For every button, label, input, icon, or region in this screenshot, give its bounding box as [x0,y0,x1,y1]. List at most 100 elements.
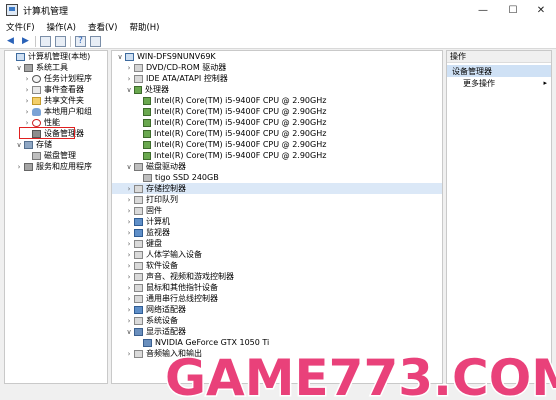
nav-tree-item-row[interactable]: › 共享文件夹 [5,95,107,106]
device-tree-item-row[interactable]: Intel(R) Core(TM) i5-9400F CPU @ 2.90GHz [112,128,442,139]
device-tree-item-row[interactable]: › 软件设备 [112,260,442,271]
chip-icon [134,184,143,193]
device-tree-item-row[interactable]: › DVD/CD-ROM 驱动器 [112,62,442,73]
device-tree-item-row[interactable]: › 通用串行总线控制器 [112,293,442,304]
nav-tree-item-row[interactable]: 计算机管理(本地) [5,51,107,62]
title-bar: 计算机管理 — ☐ ✕ [0,0,556,20]
help-icon[interactable]: ? [75,35,86,47]
device-tree-item-row[interactable]: › 系统设备 [112,315,442,326]
users-icon [32,107,41,116]
device-tree-item-row[interactable]: › 打印队列 [112,194,442,205]
folder-up-icon[interactable] [40,35,51,47]
cpu-icon [143,151,151,160]
chevron-right-icon[interactable]: › [125,262,133,270]
pc-icon [125,52,134,61]
nav-tree-item-row[interactable]: › 服务和应用程序 [5,161,107,172]
toolbar: ◀ ▶ ? [0,34,556,49]
chevron-down-icon[interactable]: ∨ [125,328,133,336]
nav-tree-item-row[interactable]: ∨ 系统工具 [5,62,107,73]
nav-tree-item-row[interactable]: › 本地用户和组 [5,106,107,117]
back-arrow-icon[interactable]: ◀ [5,36,16,47]
chevron-right-icon[interactable]: › [125,317,133,325]
device-tree-item-row[interactable]: Intel(R) Core(TM) i5-9400F CPU @ 2.90GHz [112,106,442,117]
chevron-down-icon[interactable]: ∨ [15,64,23,72]
chip-icon [134,316,143,325]
chevron-right-icon[interactable]: › [125,207,133,215]
device-tree-item-row[interactable]: › IDE ATA/ATAPI 控制器 [112,73,442,84]
window-title: 计算机管理 [23,6,69,17]
nav-tree-item-row[interactable]: › 事件查看器 [5,84,107,95]
nav-tree-item-row[interactable]: 磁盘管理 [5,150,107,161]
device-tree-item-row[interactable]: › 键盘 [112,238,442,249]
chevron-right-icon[interactable]: › [23,97,31,105]
chevron-down-icon[interactable]: ∨ [125,86,133,94]
chevron-right-icon[interactable]: › [125,64,133,72]
device-tree-item-label: NVIDIA GeForce GTX 1050 Ti [155,338,270,347]
navigation-pane: 计算机管理(本地) ∨ 系统工具 › 任务计划程序 › 事件查看器 › 共享文件夹 › 本地用户和组… [4,50,108,384]
device-tree-item-row[interactable]: NVIDIA GeForce GTX 1050 Ti [112,337,442,348]
chip-icon [134,206,143,215]
device-tree-item-row[interactable]: › 声音、视频和游戏控制器 [112,271,442,282]
device-tree-item-row[interactable]: › 人体学输入设备 [112,249,442,260]
chevron-right-icon[interactable]: › [15,163,23,171]
chevron-right-icon[interactable]: › [125,295,133,303]
device-tree-item-row[interactable]: ∨ 处理器 [112,84,442,95]
device-tree-item-row[interactable]: Intel(R) Core(TM) i5-9400F CPU @ 2.90GHz [112,117,442,128]
chevron-right-icon[interactable]: › [125,185,133,193]
device-tree-item-row[interactable]: tigo SSD 240GB [112,172,442,183]
device-tree-item-row[interactable]: Intel(R) Core(TM) i5-9400F CPU @ 2.90GHz [112,95,442,106]
device-tree-item-row[interactable]: › 网络适配器 [112,304,442,315]
device-tree-item-row[interactable]: › 固件 [112,205,442,216]
chevron-right-icon[interactable]: › [125,350,133,358]
device-tree-item-label: 人体学输入设备 [146,250,202,259]
chevron-down-icon[interactable]: ∨ [116,53,124,61]
chip-icon [134,272,143,281]
device-tree-item-row[interactable]: Intel(R) Core(TM) i5-9400F CPU @ 2.90GHz [112,139,442,150]
device-tree-item-row[interactable]: ∨ 显示适配器 [112,326,442,337]
chevron-right-icon[interactable]: › [125,196,133,204]
monitor-icon [134,228,143,237]
actions-header: 操作 [447,51,551,63]
device-tree-item-row[interactable]: › 监视器 [112,227,442,238]
nav-tree-item-label: 任务计划程序 [44,74,92,83]
device-tree-item-row[interactable]: › 鼠标和其他指针设备 [112,282,442,293]
actions-selected-item[interactable]: 设备管理器 [447,65,551,77]
properties-icon[interactable] [55,35,66,47]
chevron-right-icon[interactable]: › [23,86,31,94]
device-tree-item-row[interactable]: › 计算机 [112,216,442,227]
cpu-icon [143,140,151,149]
forward-arrow-icon[interactable]: ▶ [20,36,31,47]
chevron-right-icon[interactable]: › [23,75,31,83]
nav-tree-item-row[interactable]: › 任务计划程序 [5,73,107,84]
device-tree-item-row[interactable]: Intel(R) Core(TM) i5-9400F CPU @ 2.90GHz [112,150,442,161]
menu-view[interactable]: 查看(V) [88,21,117,33]
menu-action[interactable]: 操作(A) [47,21,76,33]
maximize-button[interactable]: ☐ [498,0,528,20]
chevron-right-icon[interactable]: › [125,75,133,83]
nav-tree-item-row[interactable]: ∨ 存储 [5,139,107,150]
close-button[interactable]: ✕ [526,0,556,20]
chevron-right-icon[interactable]: › [125,240,133,248]
chevron-right-icon[interactable]: › [125,218,133,226]
chevron-right-icon[interactable]: › [125,306,133,314]
chevron-right-icon[interactable]: › [125,284,133,292]
device-tree-item-row[interactable]: › 存储控制器 [112,183,442,194]
nav-tree-item-label: 本地用户和组 [44,107,92,116]
more-actions-item[interactable]: 更多操作 ▸ [447,77,551,89]
monitor-icon[interactable] [90,35,101,47]
tools-icon [24,162,33,171]
device-tree-item-row[interactable]: ∨ WIN-DFS9NUNV69K [112,51,442,62]
minimize-button[interactable]: — [468,0,498,20]
chevron-right-icon[interactable]: › [23,108,31,116]
device-tree-item-row[interactable]: ∨ 磁盘驱动器 [112,161,442,172]
menu-file[interactable]: 文件(F) [6,21,35,33]
chevron-right-icon[interactable]: › [125,251,133,259]
computer-management-icon [6,4,18,16]
chevron-right-icon[interactable]: › [23,119,31,127]
chevron-down-icon[interactable]: ∨ [125,163,133,171]
chevron-right-icon[interactable]: › [125,229,133,237]
menu-help[interactable]: 帮助(H) [129,21,159,33]
chevron-down-icon[interactable]: ∨ [15,141,23,149]
chevron-right-icon[interactable]: › [125,273,133,281]
